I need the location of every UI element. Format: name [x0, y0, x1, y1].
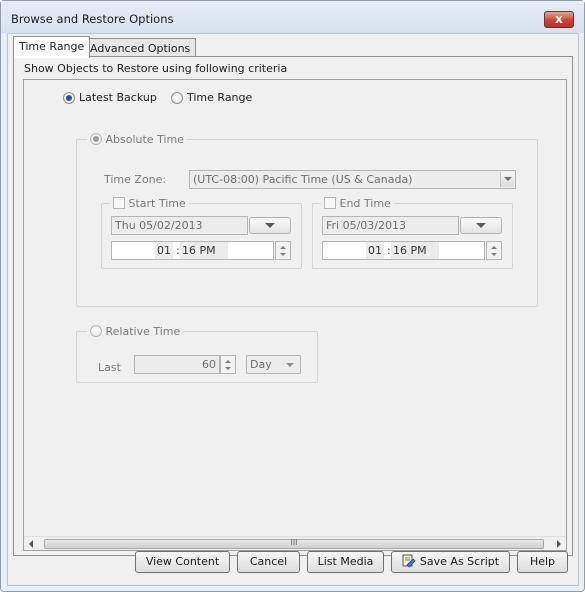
relative-value: 60: [202, 358, 216, 371]
close-icon: x: [555, 12, 563, 26]
spin-down-icon[interactable]: [225, 367, 231, 370]
end-minute-ampm[interactable]: 16 PM: [391, 242, 439, 259]
start-hour[interactable]: 01: [155, 242, 173, 259]
dialog-body: Time Range Advanced Options Show Objects…: [7, 33, 579, 586]
chevron-down-icon: [286, 363, 294, 367]
dialog-window: Browse and Restore Options x Time Range …: [0, 0, 585, 592]
scrollbar-thumb[interactable]: III: [44, 539, 544, 549]
start-time-legend: Start Time: [110, 197, 189, 210]
time-range-panel: Show Objects to Restore using following …: [13, 56, 573, 556]
relative-value-field[interactable]: 60: [134, 355, 220, 374]
time-zone-label: Time Zone:: [104, 173, 167, 186]
cancel-label: Cancel: [249, 555, 288, 568]
chevron-down-icon: [476, 223, 486, 228]
absolute-time-radio[interactable]: [90, 133, 102, 145]
start-time-spinner[interactable]: [275, 241, 291, 260]
view-content-button[interactable]: View Content: [135, 551, 230, 573]
help-button[interactable]: Help: [517, 551, 568, 573]
start-time-label: Start Time: [128, 197, 186, 210]
relative-time-label: Relative Time: [105, 325, 181, 338]
close-button[interactable]: x: [544, 11, 574, 28]
view-content-label: View Content: [145, 555, 220, 568]
help-label: Help: [529, 555, 556, 568]
time-zone-value: (UTC-08:00) Pacific Time (US & Canada): [193, 173, 413, 186]
spin-up-icon[interactable]: [225, 360, 231, 363]
scroll-left-icon[interactable]: [29, 540, 33, 548]
absolute-time-legend: Absolute Time: [87, 133, 187, 146]
save-as-script-button[interactable]: Save As Script: [391, 551, 510, 573]
end-time-label: End Time: [339, 197, 391, 210]
last-label: Last: [98, 361, 121, 374]
end-hour[interactable]: 01: [366, 242, 384, 259]
relative-unit-value: Day: [250, 358, 272, 371]
absolute-time-label: Absolute Time: [105, 133, 185, 146]
list-media-button[interactable]: List Media: [307, 551, 384, 573]
dialog-title: Browse and Restore Options: [11, 12, 174, 26]
criteria-label: Show Objects to Restore using following …: [24, 62, 288, 75]
end-date-value: Fri 05/03/2013: [326, 219, 407, 232]
tab-time-range[interactable]: Time Range: [13, 36, 91, 58]
relative-value-spinner[interactable]: [220, 355, 236, 374]
horizontal-scrollbar[interactable]: III: [24, 536, 566, 550]
tab-advanced-options-label: Advanced Options: [90, 42, 191, 55]
start-time-field[interactable]: 01 : 16 PM: [111, 241, 274, 260]
chevron-down-icon[interactable]: [500, 172, 514, 187]
start-date-field[interactable]: Thu 05/02/2013: [111, 216, 248, 235]
latest-backup-label[interactable]: Latest Backup: [79, 91, 157, 104]
save-as-script-label: Save As Script: [419, 555, 500, 568]
title-bar: Browse and Restore Options x: [1, 1, 584, 33]
latest-backup-radio[interactable]: [63, 92, 75, 104]
criteria-scroll-area[interactable]: Latest Backup Time Range Absolute Time T…: [23, 79, 567, 551]
time-range-radio[interactable]: [171, 92, 183, 104]
end-time-checkbox[interactable]: [324, 197, 336, 209]
spin-down-icon[interactable]: [280, 253, 286, 256]
tab-advanced-options[interactable]: Advanced Options: [84, 38, 197, 58]
end-time-field[interactable]: 01 : 16 PM: [322, 241, 485, 260]
start-minute-ampm[interactable]: 16 PM: [180, 242, 228, 259]
time-zone-select[interactable]: (UTC-08:00) Pacific Time (US & Canada): [189, 170, 516, 189]
end-time-spinner[interactable]: [486, 241, 502, 260]
start-time-checkbox[interactable]: [113, 197, 125, 209]
spin-up-icon[interactable]: [491, 246, 497, 249]
relative-time-legend: Relative Time: [87, 325, 184, 338]
scroll-right-icon[interactable]: [557, 540, 561, 548]
end-date-field[interactable]: Fri 05/03/2013: [322, 216, 459, 235]
chevron-down-icon: [265, 223, 275, 228]
start-date-dropdown-button[interactable]: [249, 217, 291, 234]
script-save-icon: [402, 554, 416, 568]
end-time-legend: End Time: [321, 197, 394, 210]
relative-time-radio[interactable]: [90, 325, 102, 337]
list-media-label: List Media: [317, 555, 374, 568]
start-date-value: Thu 05/02/2013: [115, 219, 203, 232]
relative-unit-select[interactable]: Day: [246, 355, 301, 374]
tab-time-range-label: Time Range: [19, 40, 85, 53]
spin-up-icon[interactable]: [280, 246, 286, 249]
end-date-dropdown-button[interactable]: [460, 217, 502, 234]
time-range-label[interactable]: Time Range: [187, 91, 252, 104]
spin-down-icon[interactable]: [491, 253, 497, 256]
scrollbar-grip: III: [290, 538, 298, 547]
cancel-button[interactable]: Cancel: [237, 551, 300, 573]
